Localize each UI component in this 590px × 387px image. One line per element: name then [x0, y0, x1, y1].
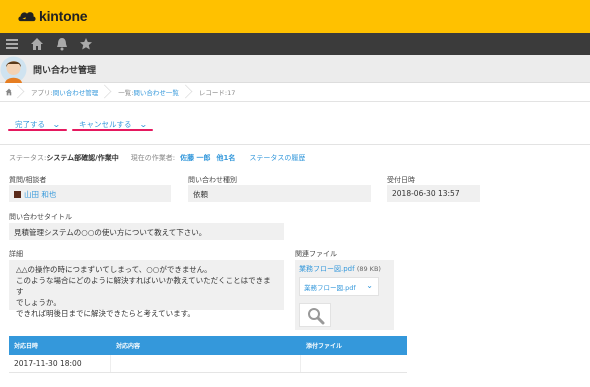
- table-header-cell: 添付ファイル: [306, 343, 343, 350]
- type-field: 依頼: [188, 185, 371, 202]
- requester-label: 質問/相談者: [9, 176, 47, 184]
- breadcrumb-app-link[interactable]: 問い合わせ管理: [53, 87, 99, 97]
- chevron-down-icon: ⌄: [51, 119, 61, 129]
- table-cell: [301, 355, 407, 372]
- requester-link[interactable]: 山田 和也: [24, 190, 56, 199]
- menu-icon[interactable]: [5, 37, 19, 51]
- magnifier-icon: [308, 308, 325, 325]
- table-header-cell: 対応内容: [116, 343, 141, 350]
- title-label: 問い合わせタイトル: [9, 213, 72, 221]
- cancel-button[interactable]: キャンセルする ⌄: [79, 114, 148, 134]
- brand-name: kintone: [39, 8, 88, 24]
- other-assignees-link[interactable]: 他1名: [217, 153, 236, 163]
- chevron-down-icon: ⌄: [366, 281, 373, 290]
- files-label: 関連ファイル: [295, 250, 337, 258]
- kintone-logo[interactable]: kintone: [17, 8, 88, 24]
- detail-label: 詳細: [9, 250, 23, 258]
- breadcrumb-app: アプリ: 問い合わせ管理: [21, 83, 112, 102]
- complete-button[interactable]: 完了する ⌄: [15, 114, 61, 134]
- title-field: 見積管理システムの○○の使い方について教えて下さい。: [9, 223, 284, 240]
- file-link[interactable]: 業務フロー図.pdf: [299, 265, 355, 273]
- assignee-link[interactable]: 佐藤 一郎: [180, 153, 210, 163]
- file-preview-button[interactable]: [299, 303, 331, 327]
- chevron-down-icon: ⌄: [138, 119, 148, 129]
- table-header-cell: 対応日時: [14, 343, 39, 350]
- date-label: 受付日時: [387, 176, 415, 184]
- global-nav: [0, 33, 590, 55]
- file-entry: 業務フロー図.pdf (89 KB): [299, 265, 381, 273]
- breadcrumb-record: レコード:17: [198, 89, 236, 97]
- table-cell: [111, 355, 301, 372]
- status-history-link[interactable]: ステータスの履歴: [249, 153, 305, 163]
- table-header: 対応日時 対応内容 添付ファイル: [9, 336, 407, 355]
- breadcrumb-list-link[interactable]: 問い合わせ一覧: [133, 87, 179, 97]
- date-field: 2018-06-30 13:57: [387, 185, 480, 202]
- user-avatar-icon: [14, 191, 21, 198]
- cancel-underline: [72, 129, 153, 131]
- response-table: 対応日時 対応内容 添付ファイル 2017-11-30 18:00: [9, 336, 407, 373]
- requester-field: 山田 和也: [9, 185, 171, 202]
- breadcrumb: アプリ: 問い合わせ管理 一覧: 問い合わせ一覧 レコード:17: [0, 83, 590, 102]
- complete-underline: [8, 129, 67, 131]
- breadcrumb-list: 一覧: 問い合わせ一覧: [108, 83, 193, 102]
- cloud-logo-icon: [18, 11, 36, 21]
- breadcrumb-home[interactable]: [0, 83, 25, 102]
- top-bar: kintone: [0, 0, 590, 33]
- detail-field: △△の操作の時につまずいてしまって、○○ができません。 このような場合にどのよう…: [9, 260, 284, 318]
- status-value: システム部確認/作業中: [46, 154, 119, 162]
- bell-icon[interactable]: [55, 37, 69, 51]
- home-icon[interactable]: [30, 37, 44, 51]
- file-select[interactable]: 業務フロー図.pdf ⌄: [299, 277, 379, 296]
- avatar[interactable]: [0, 56, 27, 83]
- files-field: 業務フロー図.pdf (89 KB) 業務フロー図.pdf ⌄: [295, 260, 394, 330]
- star-icon[interactable]: [79, 37, 93, 51]
- table-row: 2017-11-30 18:00: [9, 355, 407, 373]
- status-line: ステータス: システム部確認/作業中 現在の作業者: 佐藤 一郎 他1名 ステー…: [9, 153, 306, 163]
- app-title: 問い合わせ管理: [33, 66, 97, 76]
- table-cell: 2017-11-30 18:00: [9, 355, 111, 372]
- type-label: 問い合わせ種別: [188, 176, 237, 184]
